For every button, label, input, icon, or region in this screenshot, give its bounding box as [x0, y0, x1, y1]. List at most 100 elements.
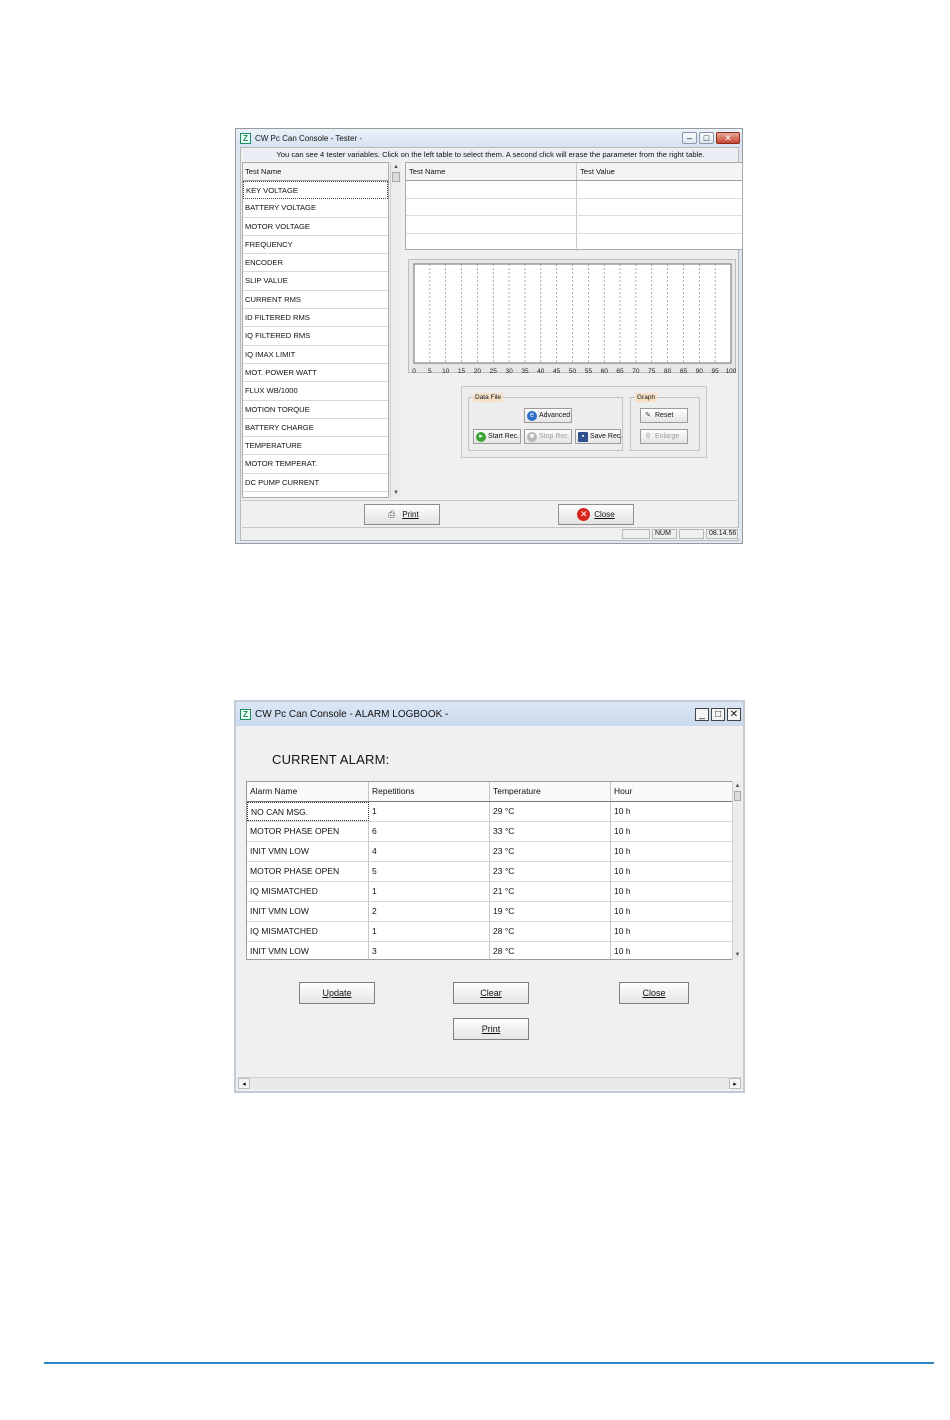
list-item[interactable]: BATTERY CHARGE	[243, 419, 388, 438]
reset-label: Reset	[655, 412, 674, 419]
table-cell: IQ MISMATCHED	[247, 922, 369, 941]
print-button[interactable]: ⎙ Print	[364, 504, 440, 525]
scroll-right-icon[interactable]: ▸	[729, 1078, 741, 1089]
horizontal-scrollbar[interactable]: ◂ ▸	[238, 1077, 741, 1089]
start-rec-button[interactable]: ▸ Start Rec.	[473, 429, 521, 444]
data-file-group: Data File e Advanced ▸ Start Rec. ■ Stop…	[468, 393, 623, 451]
table-row[interactable]: IQ MISMATCHED 1 21 °C 10 h	[247, 882, 740, 902]
scroll-up-icon[interactable]: ▲	[733, 781, 742, 791]
table-cell: NO CAN MSG.	[247, 802, 369, 821]
repetitions-column[interactable]: Repetitions	[369, 782, 490, 801]
table-row[interactable]: INIT VMN LOW 4 23 °C 10 h	[247, 842, 740, 862]
maximize-icon[interactable]: □	[711, 707, 725, 721]
test-value-column: Test Value	[580, 167, 615, 176]
alarm-logbook-window: Z CW Pc Can Console - ALARM LOGBOOK - _ …	[234, 700, 745, 1093]
temperature-column[interactable]: Temperature	[490, 782, 611, 801]
list-item[interactable]: DC PUMP CURRENT	[243, 474, 388, 493]
list-item[interactable]: TEMPERATURE	[243, 437, 388, 456]
advanced-button[interactable]: e Advanced	[524, 408, 572, 423]
table-row[interactable]	[406, 181, 742, 199]
x-tick-label: 15	[458, 368, 466, 374]
table-cell: 1	[369, 882, 490, 901]
tester-client-area: You can see 4 tester variables. Click on…	[240, 147, 743, 541]
list-item[interactable]: MOTOR VOLTAGE	[243, 218, 388, 236]
x-tick-label: 20	[474, 368, 482, 374]
x-tick-label: 65	[616, 368, 624, 374]
list-item[interactable]: BATTERY VOLTAGE	[243, 199, 388, 218]
clear-button[interactable]: Clear	[453, 982, 529, 1004]
list-item[interactable]: MOTOR TEMPERAT.	[243, 455, 388, 474]
tester-title: CW Pc Can Console - Tester -	[255, 133, 362, 143]
tester-window: Z CW Pc Can Console - Tester - – □ ✕ You…	[235, 128, 743, 544]
table-cell: 10 h	[611, 902, 733, 921]
scroll-thumb[interactable]	[734, 791, 741, 801]
x-tick-label: 35	[521, 368, 529, 374]
table-cell: 23 °C	[490, 842, 611, 861]
scroll-up-icon[interactable]: ▲	[391, 162, 401, 172]
test-variable-list[interactable]: Test Name KEY VOLTAGE BATTERY VOLTAGE MOTO…	[242, 162, 389, 498]
table-row[interactable]: NO CAN MSG. 1 29 °C 10 h	[247, 802, 740, 822]
list-item[interactable]: IQ FILTERED RMS	[243, 327, 388, 346]
table-row[interactable]: MOTOR PHASE OPEN 5 23 °C 10 h	[247, 862, 740, 882]
list-item[interactable]: FREQUENCY	[243, 236, 388, 255]
enlarge-label: Enlarge	[655, 433, 680, 440]
list-item[interactable]: SLIP VALUE	[243, 272, 388, 291]
reset-button[interactable]: ✎ Reset	[640, 408, 688, 423]
close-icon[interactable]: ✕	[716, 132, 740, 144]
maximize-icon[interactable]: □	[699, 132, 714, 144]
scroll-left-icon[interactable]: ◂	[238, 1078, 250, 1089]
table-cell: 29 °C	[490, 802, 611, 821]
scroll-thumb[interactable]	[392, 172, 400, 182]
print-label: Print	[481, 1024, 501, 1034]
stop-rec-button[interactable]: ■ Stop Rec.	[524, 429, 572, 444]
table-cell: 10 h	[611, 802, 733, 821]
table-cell: MOTOR PHASE OPEN	[247, 862, 369, 881]
alarm-table-scrollbar[interactable]: ▲ ▼	[732, 781, 742, 960]
table-cell: IQ MISMATCHED	[247, 882, 369, 901]
list-item[interactable]: IQ IMAX LIMIT	[243, 346, 388, 364]
table-row[interactable]: MOTOR PHASE OPEN 6 33 °C 10 h	[247, 822, 740, 842]
graph-panel: 0 5 10 15 20 25 30 35 40 45 50 55 60 65 70 75 80 85 90 95 10…	[408, 259, 737, 374]
selected-tests-table[interactable]: Test Name Test Value	[405, 162, 743, 251]
hour-column[interactable]: Hour	[611, 782, 733, 801]
minimize-icon[interactable]: –	[682, 132, 697, 144]
scroll-down-icon[interactable]: ▼	[391, 488, 401, 498]
close-icon[interactable]: ✕	[727, 707, 741, 721]
graph-label: Graph	[635, 393, 658, 402]
table-row[interactable]: INIT VMN LOW 2 19 °C 10 h	[247, 902, 740, 922]
selected-tests-header: Test Name Test Value	[406, 163, 742, 181]
x-tick-label: 90	[696, 368, 704, 374]
list-scrollbar[interactable]: ▲ ▼	[390, 162, 401, 498]
enlarge-button[interactable]: ⚲ Enlarge	[640, 429, 688, 444]
minimize-icon[interactable]: _	[695, 707, 709, 721]
table-row[interactable]: INIT VMN LOW 3 28 °C 10 h	[247, 942, 740, 959]
list-item[interactable]: MOTION TORQUE	[243, 401, 388, 419]
table-row[interactable]	[406, 198, 742, 216]
eraser-icon: ✎	[645, 412, 651, 419]
alarm-title: CW Pc Can Console - ALARM LOGBOOK -	[255, 708, 449, 720]
table-cell: 10 h	[611, 822, 733, 841]
save-rec-button[interactable]: ▪ Save Rec.	[575, 429, 622, 444]
alarm-table[interactable]: Alarm Name Repetitions Temperature Hour …	[246, 781, 741, 960]
close-button[interactable]: Close	[619, 982, 689, 1004]
printer-icon: ⎙	[388, 509, 396, 520]
alarm-titlebar[interactable]: Z CW Pc Can Console - ALARM LOGBOOK - _ …	[236, 702, 743, 726]
list-item[interactable]: FLUX WB/1000	[243, 382, 388, 401]
table-row[interactable]: IQ MISMATCHED 1 28 °C 10 h	[247, 922, 740, 942]
update-button[interactable]: Update	[299, 982, 375, 1004]
table-row[interactable]	[406, 233, 742, 251]
list-item[interactable]: KEY VOLTAGE	[243, 181, 388, 200]
divider	[242, 500, 739, 501]
close-button[interactable]: ✕ Close	[558, 504, 634, 525]
table-row[interactable]	[406, 216, 742, 234]
tester-titlebar[interactable]: Z CW Pc Can Console - Tester - – □ ✕	[236, 129, 742, 147]
list-item[interactable]: PUMP VMN	[243, 492, 388, 497]
print-button[interactable]: Print	[453, 1018, 529, 1040]
list-item[interactable]: CURRENT RMS	[243, 291, 388, 310]
table-cell: 10 h	[611, 942, 733, 959]
list-item[interactable]: ENCODER	[243, 254, 388, 273]
alarm-name-column[interactable]: Alarm Name	[247, 782, 369, 801]
list-item[interactable]: MOT. POWER WATT	[243, 364, 388, 383]
list-item[interactable]: ID FILTERED RMS	[243, 309, 388, 328]
scroll-down-icon[interactable]: ▼	[733, 950, 742, 960]
